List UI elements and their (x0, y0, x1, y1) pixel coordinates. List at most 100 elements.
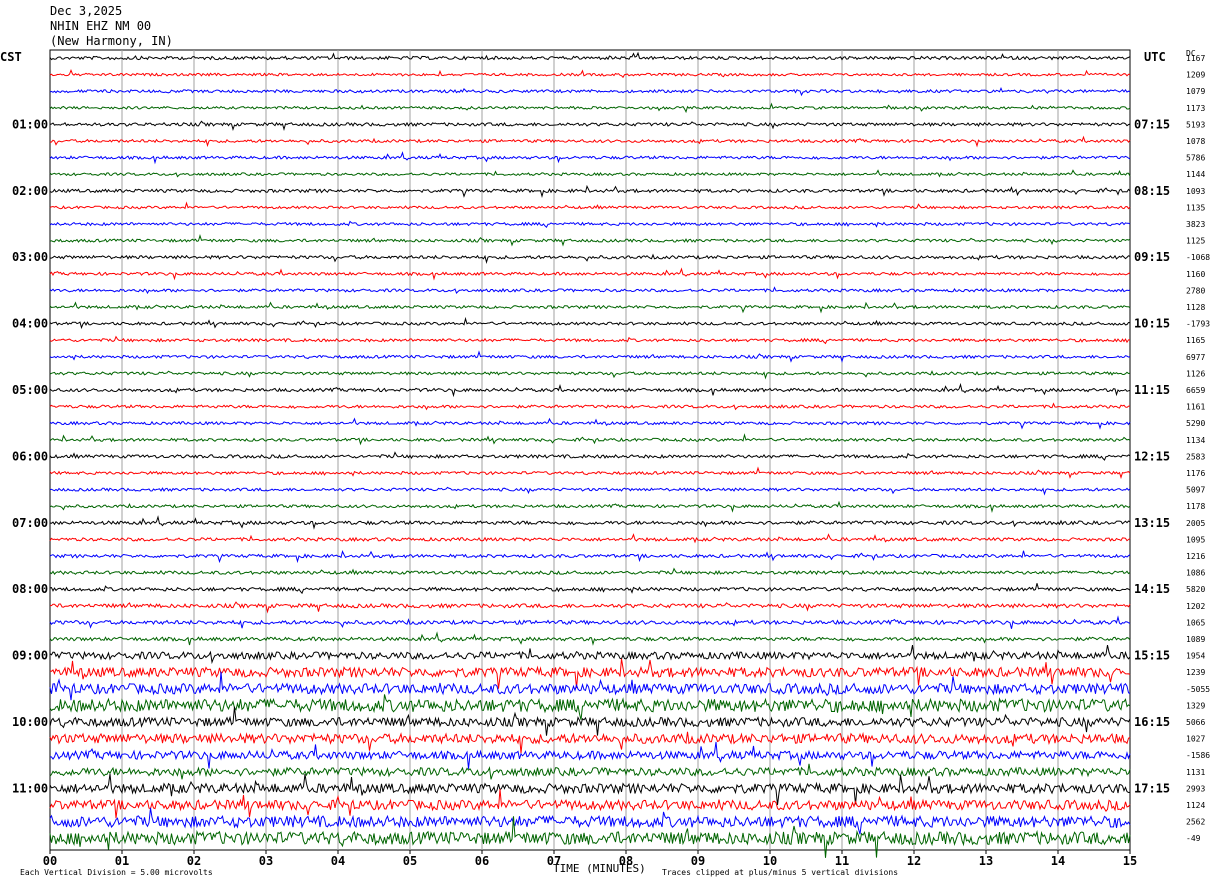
left-hour-label: 09:00 (12, 649, 48, 663)
right-hour-label: 10:15 (1134, 317, 1170, 331)
x-axis-label: TIME (MINUTES) (553, 862, 646, 875)
dc-offset-label: 3823 (1186, 220, 1205, 229)
trace-row-15 (49, 301, 1131, 314)
plot-frame (49, 49, 1131, 851)
trace-row-9 (49, 201, 1131, 210)
helicorder-plot: 01:00 07:15 02:00 08:15 03:00 09:15 04:00 10:15… (12, 49, 1210, 868)
dc-offset-label: 2780 (1186, 286, 1205, 295)
x-tick-label: 09 (691, 854, 705, 868)
trace-row-18 (49, 350, 1131, 363)
dc-offset-label: 1027 (1186, 735, 1205, 744)
right-hour-label: 08:15 (1134, 184, 1170, 198)
trace-row-10 (49, 220, 1131, 228)
trace-group (49, 51, 1131, 858)
footer-clip-note: Traces clipped at plus/minus 5 vertical … (662, 868, 899, 877)
dc-offset-label: 5066 (1186, 718, 1205, 727)
trace-row-42 (49, 741, 1131, 769)
left-hour-label: 02:00 (12, 184, 48, 198)
trace-row-33 (49, 601, 1131, 614)
x-tick-label: 10 (763, 854, 777, 868)
dc-offset-label: 1065 (1186, 618, 1205, 627)
right-hour-label: 11:15 (1134, 383, 1170, 397)
dc-offset-label: 1128 (1186, 303, 1205, 312)
x-tick-label: 06 (475, 854, 489, 868)
trace-row-12 (50, 253, 1131, 264)
dc-offset-label: 1131 (1186, 768, 1205, 777)
left-hour-label: 10:00 (12, 715, 48, 729)
trace-row-29 (49, 533, 1131, 544)
trace-row-20 (49, 382, 1131, 398)
trace-row-7 (49, 169, 1131, 178)
dc-offset-label: 5097 (1186, 486, 1205, 495)
trace-row-39 (49, 694, 1131, 720)
dc-offset-label: 1160 (1186, 270, 1205, 279)
trace-row-41 (49, 731, 1131, 754)
x-tick-label: 00 (43, 854, 57, 868)
dc-offset-label: -49 (1186, 834, 1201, 843)
dc-offset-label: -1586 (1186, 751, 1210, 760)
x-tick-label: 04 (331, 854, 345, 868)
trace-row-14 (49, 286, 1131, 295)
left-hour-label: 08:00 (12, 582, 48, 596)
trace-row-32 (49, 583, 1131, 595)
dc-offset-label: 1176 (1186, 469, 1205, 478)
trace-row-23 (49, 433, 1131, 446)
right-hour-label: 14:15 (1134, 582, 1170, 596)
footer-scale-note: Each Vertical Division = 5.00 microvolts (20, 868, 213, 877)
trace-row-40 (49, 706, 1131, 736)
right-hour-label: 15:15 (1134, 649, 1170, 663)
dc-offset-label: 1095 (1186, 535, 1205, 544)
trace-row-13 (49, 267, 1131, 281)
dc-offset-label: 1124 (1186, 801, 1205, 810)
dc-offset-label: 6659 (1186, 386, 1205, 395)
dc-offset-label: 1126 (1186, 369, 1205, 378)
dc-offset-label: 5193 (1186, 120, 1205, 129)
right-hour-label: 09:15 (1134, 250, 1170, 264)
left-hour-label: 11:00 (12, 781, 48, 795)
trace-row-1 (49, 68, 1131, 79)
x-tick-label: 01 (115, 854, 129, 868)
left-hour-label: 04:00 (12, 317, 48, 331)
dc-offset-label: 2562 (1186, 818, 1205, 827)
dc-offset-label: 6977 (1186, 353, 1205, 362)
trace-row-28 (49, 515, 1131, 530)
dc-offset-label: 1134 (1186, 436, 1205, 445)
dc-offset-label: 1079 (1186, 87, 1205, 96)
dc-offset-label: 1167 (1186, 54, 1205, 63)
trace-row-6 (49, 151, 1131, 165)
dc-offset-label: 5820 (1186, 585, 1205, 594)
trace-row-27 (49, 500, 1131, 514)
trace-row-30 (49, 550, 1131, 564)
trace-row-17 (49, 335, 1130, 345)
x-tick-label: 02 (187, 854, 201, 868)
trace-row-11 (49, 234, 1131, 247)
trace-row-35 (49, 631, 1131, 646)
right-hour-label: 17:15 (1134, 781, 1170, 795)
x-tick-label: 03 (259, 854, 273, 868)
trace-row-24 (49, 451, 1131, 461)
dc-offset-label: 1954 (1186, 652, 1205, 661)
x-tick-label: 11 (835, 854, 849, 868)
trace-row-16 (49, 316, 1131, 330)
dc-offset-label: 1329 (1186, 701, 1205, 710)
dc-offset-label: 1078 (1186, 137, 1205, 146)
dc-offset-label: 1209 (1186, 71, 1205, 80)
right-hour-label: 16:15 (1134, 715, 1170, 729)
trace-row-19 (49, 370, 1131, 380)
x-tick-label: 15 (1123, 854, 1137, 868)
dc-offset-label: 1089 (1186, 635, 1205, 644)
dc-offset-label: 1093 (1186, 187, 1205, 196)
trace-row-31 (49, 567, 1131, 576)
dc-offset-label: 2993 (1186, 784, 1205, 793)
left-hour-label: 01:00 (12, 117, 48, 131)
dc-offset-label: -5055 (1186, 685, 1210, 694)
left-hour-label: 06:00 (12, 449, 48, 463)
dc-offset-label: 5786 (1186, 154, 1205, 163)
dc-offset-label: 1216 (1186, 552, 1205, 561)
dc-offset-label: 1086 (1186, 569, 1205, 578)
dc-offset-label: 1165 (1186, 336, 1205, 345)
left-hour-label: 07:00 (12, 516, 48, 530)
right-hour-label: 12:15 (1134, 449, 1170, 463)
trace-row-44 (49, 773, 1131, 805)
trace-row-22 (49, 417, 1131, 430)
